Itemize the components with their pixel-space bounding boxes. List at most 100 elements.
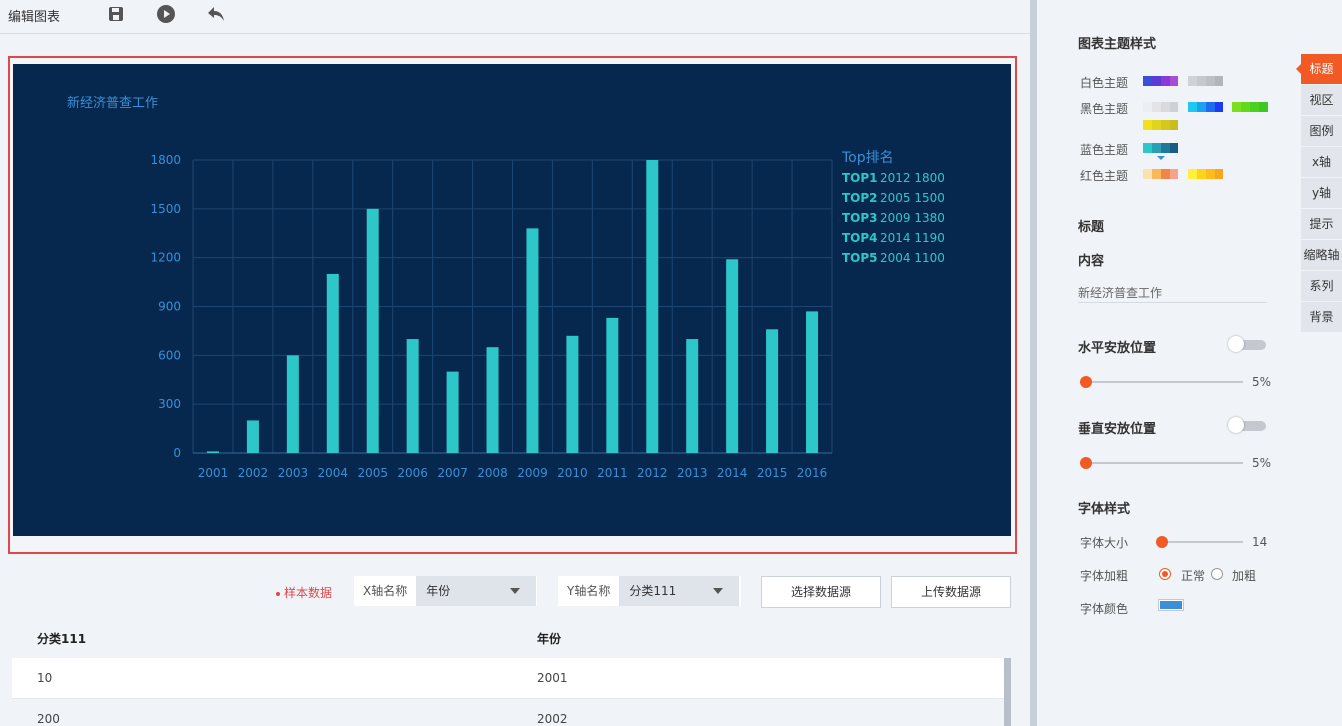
chart-bar [646,160,659,453]
x-axis-select-group: X轴名称 年份 [354,576,537,606]
x-tick-label: 2015 [757,466,788,480]
panel-splitter[interactable] [1030,0,1037,726]
x-tick-label: 2006 [397,466,428,480]
ranking-rank-label: TOP5 [842,251,878,265]
red-theme-swatch-2[interactable] [1188,169,1223,179]
table-cell: 200 [37,712,60,726]
table-cell: 2001 [537,671,568,685]
chart-bar [286,355,299,453]
table-scrollbar[interactable] [1004,658,1011,726]
title-section-heading: 标题 [1078,220,1105,235]
font-weight-bold-radio[interactable] [1211,568,1223,580]
upload-data-source-button[interactable]: 上传数据源 [891,576,1011,608]
black-theme-swatch-4[interactable] [1143,120,1178,130]
blue-theme-label: 蓝色主题 [1080,143,1129,157]
ranking-value: 2005 1500 [880,191,945,205]
play-icon[interactable] [155,4,177,24]
chart-bar [206,451,219,453]
tab-y-axis[interactable]: y轴 [1301,178,1342,208]
y-tick-label: 1200 [150,251,181,265]
x-tick-label: 2016 [797,466,828,480]
font-weight-label: 字体加粗 [1080,569,1129,583]
undo-icon[interactable] [205,4,227,24]
font-size-slider[interactable] [1156,536,1243,548]
ranking-value: 2004 1100 [880,251,945,265]
black-theme-swatch-3[interactable] [1232,102,1268,112]
font-size-value: 14 [1252,535,1268,549]
horizontal-position-toggle[interactable] [1228,336,1266,352]
x-axis-label: X轴名称 [363,584,408,598]
tab-x-axis[interactable]: x轴 [1301,147,1342,177]
blue-theme-swatch-1[interactable] [1143,143,1178,153]
x-tick-label: 2005 [357,466,388,480]
tab-view[interactable]: 视区 [1301,85,1342,115]
tab-legend[interactable]: 图例 [1301,116,1342,146]
white-theme-swatch-2[interactable] [1188,76,1223,86]
x-tick-label: 2013 [677,466,708,480]
x-tick-label: 2007 [437,466,468,480]
x-tick-label: 2004 [318,466,349,480]
chart-bar [686,339,699,453]
tab-title[interactable]: 标题 [1296,54,1342,84]
save-icon[interactable] [105,4,127,24]
settings-panel: 图表主题样式 白色主题 黑色主题 蓝色主题 红色主题 标题 内容 新经济普查工作… [1037,0,1301,726]
vertical-position-slider[interactable] [1080,457,1243,469]
slider-thumb[interactable] [1080,457,1092,469]
tab-background[interactable]: 背景 [1301,302,1342,332]
tab-series[interactable]: 系列 [1301,271,1342,301]
font-style-heading: 字体样式 [1078,502,1131,517]
chart-canvas: 新经济普查工作 0 300 600 900 1200 1500 1800 2001 2002 20… [13,64,1011,536]
chart-bar [446,371,459,453]
slider-thumb[interactable] [1080,376,1092,388]
font-color-picker[interactable] [1158,599,1184,611]
white-theme-swatch-1[interactable] [1143,76,1178,86]
y-axis-select-group: Y轴名称 分类111 [558,576,741,606]
toggle-knob [1228,417,1244,433]
chart-bar [566,335,579,453]
font-size-label: 字体大小 [1080,536,1129,550]
font-weight-normal-radio[interactable] [1159,568,1171,580]
y-tick-label: 1500 [150,202,181,216]
settings-tabs: 标题 视区 图例 x轴 y轴 提示 缩略轴 系列 背景 [1296,54,1342,333]
horizontal-position-value: 5% [1252,375,1272,389]
theme-section-title: 图表主题样式 [1078,37,1157,52]
ranking-rank-label: TOP1 [842,171,878,185]
tab-datazoom[interactable]: 缩略轴 [1301,240,1342,270]
y-tick-label: 900 [158,300,181,314]
table-body: 10 2001 200 2002 [12,658,1004,726]
chart-bar [726,259,739,453]
chart-bar [766,329,779,453]
horizontal-position-slider[interactable] [1080,376,1243,388]
y-axis-select[interactable]: 分类111 [619,576,740,606]
x-tick-label: 2003 [278,466,309,480]
white-theme-label: 白色主题 [1080,76,1129,90]
x-tick-label: 2008 [477,466,508,480]
chart-bar [326,273,339,453]
ranking-value: 2014 1190 [880,231,945,245]
font-color-label: 字体颜色 [1080,602,1129,616]
black-theme-swatch-1[interactable] [1143,102,1178,112]
table-cell: 2002 [537,712,568,726]
black-theme-label: 黑色主题 [1080,102,1129,116]
selected-theme-marker [1157,156,1165,160]
vertical-position-toggle[interactable] [1228,417,1266,433]
slider-thumb[interactable] [1156,536,1168,548]
y-axis-label: Y轴名称 [567,584,611,598]
table-header-cell: 分类111 [37,632,87,646]
ranking-rank-label: TOP3 [842,211,878,225]
chart-bar [406,339,419,453]
red-theme-swatch-1[interactable] [1143,169,1178,179]
vertical-position-label: 垂直安放位置 [1078,422,1157,437]
ranking-title: Top排名 [841,150,894,166]
table-row[interactable]: 10 2001 [12,658,1004,699]
x-axis-select[interactable]: 年份 [416,576,537,606]
title-content-input[interactable]: 新经济普查工作 [1078,284,1267,303]
toolbar: 编辑图表 [0,0,1030,34]
select-data-source-button[interactable]: 选择数据源 [761,576,881,608]
x-tick-label: 2014 [717,466,748,480]
table-row[interactable]: 200 2002 [12,699,1004,726]
tab-tooltip[interactable]: 提示 [1301,209,1342,239]
horizontal-position-label: 水平安放位置 [1078,341,1157,356]
x-tick-label: 2009 [517,466,548,480]
black-theme-swatch-2[interactable] [1188,102,1223,112]
